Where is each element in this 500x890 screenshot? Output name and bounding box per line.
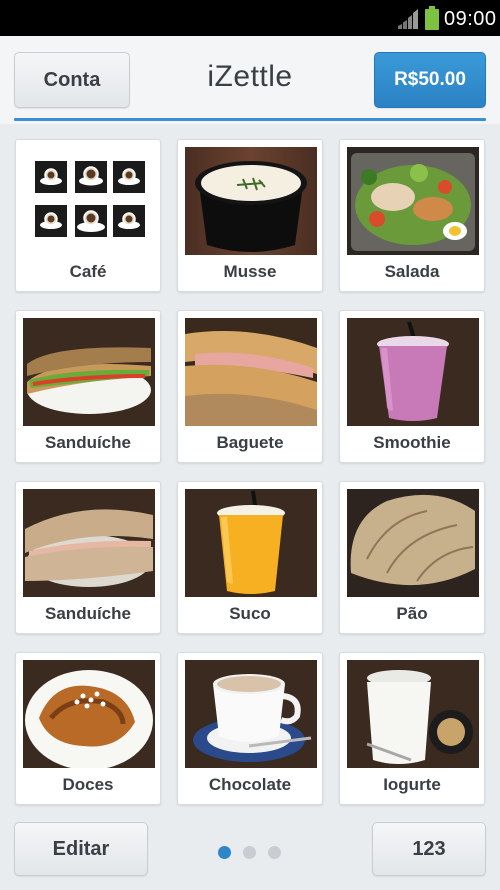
product-label: Musse xyxy=(223,262,277,281)
product-tile-pao[interactable]: Pão xyxy=(339,481,485,634)
header-divider xyxy=(14,118,486,121)
product-label: Salada xyxy=(384,262,440,281)
coffee-cups-icon xyxy=(23,147,155,255)
page-indicator xyxy=(218,846,288,860)
product-tile-sanduiche[interactable]: Sanduíche xyxy=(15,310,161,463)
juice-cup-icon xyxy=(185,489,317,597)
product-tile-iogurte[interactable]: Iogurte xyxy=(339,652,485,805)
product-tile-sanduiche-2[interactable]: Sanduíche xyxy=(15,481,161,634)
signal-icon xyxy=(398,9,418,29)
mousse-bowl-icon xyxy=(185,147,317,255)
battery-icon xyxy=(425,6,439,30)
brand-title: iZettle xyxy=(207,60,293,93)
product-label: Doces xyxy=(62,775,114,794)
product-tile-salada[interactable]: Salada xyxy=(339,139,485,292)
sandwich-icon xyxy=(23,318,155,426)
product-label: Pão xyxy=(396,604,428,623)
keypad-button[interactable]: 123 xyxy=(372,822,486,876)
product-label: Café xyxy=(69,262,107,281)
product-tile-smoothie[interactable]: Smoothie xyxy=(339,310,485,463)
smoothie-cup-icon xyxy=(347,318,479,426)
total-button[interactable]: R$50.00 xyxy=(374,52,486,108)
product-tile-cafe[interactable]: Café xyxy=(15,139,161,292)
product-tile-chocolate[interactable]: Chocolate xyxy=(177,652,323,805)
status-time: 09:00 xyxy=(444,8,497,30)
product-label: Chocolate xyxy=(208,775,292,794)
yogurt-cup-icon xyxy=(347,660,479,768)
page-dot[interactable] xyxy=(243,846,256,859)
pastry-icon xyxy=(23,660,155,768)
hot-chocolate-icon xyxy=(185,660,317,768)
product-label: Suco xyxy=(229,604,271,623)
sandwich-roll-icon xyxy=(23,489,155,597)
bread-loaf-icon xyxy=(347,489,479,597)
product-tile-doces[interactable]: Doces xyxy=(15,652,161,805)
header-bar: Conta iZettle R$50.00 xyxy=(0,36,500,124)
product-label: Baguete xyxy=(216,433,284,452)
product-tile-suco[interactable]: Suco xyxy=(177,481,323,634)
product-tile-baguete[interactable]: Baguete xyxy=(177,310,323,463)
status-bar: 09:00 xyxy=(0,0,500,36)
product-label: Smoothie xyxy=(373,433,451,452)
baguette-icon xyxy=(185,318,317,426)
page-dot[interactable] xyxy=(268,846,281,859)
edit-button[interactable]: Editar xyxy=(14,822,148,876)
product-label: Sanduíche xyxy=(45,433,131,452)
product-label: Sanduíche xyxy=(45,604,131,623)
product-label: Iogurte xyxy=(383,775,441,794)
account-button[interactable]: Conta xyxy=(14,52,130,108)
product-tile-musse[interactable]: Musse xyxy=(177,139,323,292)
page-dot-active[interactable] xyxy=(218,846,231,859)
salad-icon xyxy=(347,147,479,255)
